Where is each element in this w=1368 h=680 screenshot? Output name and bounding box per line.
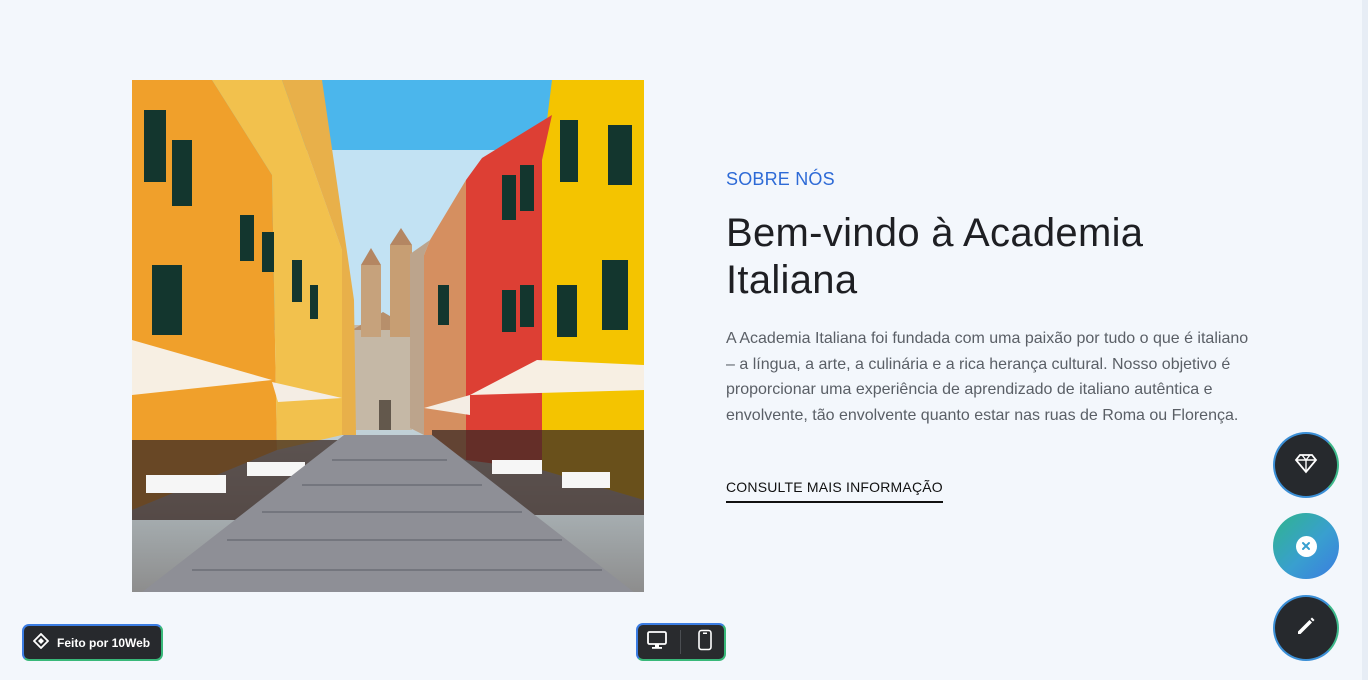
page: SOBRE NÓS Bem-vindo à Academia Italiana … [0, 0, 1368, 680]
close-icon [1295, 535, 1317, 557]
italian-street-illustration [132, 80, 644, 592]
10web-logo-icon [32, 632, 50, 652]
gem-icon [1294, 452, 1318, 479]
device-toggle [636, 623, 726, 661]
learn-more-link[interactable]: CONSULTE MAIS INFORMAÇÃO [726, 479, 943, 503]
mobile-phone-icon [697, 629, 713, 656]
mobile-view-button[interactable] [690, 628, 720, 656]
scrollbar-track[interactable] [1362, 0, 1368, 680]
made-by-label: Feito por 10Web [57, 635, 151, 650]
edit-button[interactable] [1273, 595, 1339, 661]
about-description: A Academia Italiana foi fundada com uma … [726, 330, 1249, 424]
section-eyebrow: SOBRE NÓS [726, 169, 835, 189]
premium-gem-button[interactable] [1273, 432, 1339, 498]
made-by-10web-badge[interactable]: Feito por 10Web [22, 624, 163, 661]
italian-street-image [132, 80, 644, 592]
desktop-monitor-icon [646, 630, 668, 655]
page-title: Bem-vindo à Academia Italiana [726, 211, 1144, 302]
close-button[interactable] [1273, 513, 1339, 579]
pencil-icon [1294, 614, 1318, 643]
desktop-view-button[interactable] [642, 628, 672, 656]
device-separator [680, 630, 682, 654]
